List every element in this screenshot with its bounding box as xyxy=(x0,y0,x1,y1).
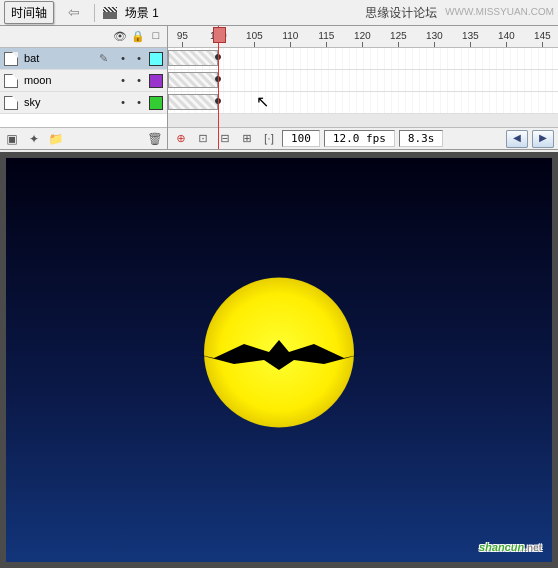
new-folder-icon[interactable]: 📁 xyxy=(48,131,64,147)
timeline-panel: 95100105110115120125130135140145 ⊕ ⊡ ⊟ ⊞… xyxy=(168,26,558,149)
center-frame-icon[interactable]: ⊕ xyxy=(172,131,190,147)
timeline-track[interactable] xyxy=(168,92,558,114)
onion-skin-icon[interactable]: ⊡ xyxy=(194,131,212,147)
new-motion-guide-icon[interactable]: ✦ xyxy=(26,131,42,147)
ruler-tick: 145 xyxy=(527,26,557,47)
ruler-tick: 95 xyxy=(168,26,197,47)
site-name: 思缘设计论坛 xyxy=(365,4,437,21)
divider xyxy=(94,4,95,22)
timeline-ruler[interactable]: 95100105110115120125130135140145 xyxy=(168,26,558,48)
scene-icon xyxy=(103,7,117,19)
layer-row[interactable]: sky • • xyxy=(0,92,167,114)
lock-dot[interactable]: • xyxy=(133,75,145,87)
visibility-dot[interactable]: • xyxy=(117,97,129,109)
modify-onion-markers-icon[interactable]: [·] xyxy=(260,131,278,147)
timeline-track[interactable] xyxy=(168,48,558,70)
lock-dot[interactable]: • xyxy=(133,53,145,65)
delete-layer-icon[interactable]: 🗑 xyxy=(147,131,163,147)
current-frame: 100 xyxy=(282,130,320,147)
site-url: WWW.MISSYUAN.COM xyxy=(445,7,554,18)
scroll-right-button[interactable]: ▶ xyxy=(532,130,554,148)
layer-name[interactable]: moon xyxy=(22,75,95,87)
scene-label: 场景 1 xyxy=(125,4,159,21)
ruler-tick: 125 xyxy=(383,26,413,47)
layer-type-icon xyxy=(4,96,18,110)
ruler-tick: 130 xyxy=(419,26,449,47)
layer-name[interactable]: sky xyxy=(22,97,95,109)
layer-type-icon xyxy=(4,52,18,66)
layers-panel: 👁 🔒 □ bat ✎ • • moon • • sky • • ▣ ✦ 📁 🗑 xyxy=(0,26,168,149)
frame-span[interactable] xyxy=(168,72,218,88)
layer-type-icon xyxy=(4,74,18,88)
layer-row[interactable]: bat ✎ • • xyxy=(0,48,167,70)
back-arrow-icon[interactable]: ⇦ xyxy=(62,4,86,21)
visibility-header-icon[interactable]: 👁 xyxy=(113,30,127,44)
frame-span[interactable] xyxy=(168,50,218,66)
scroll-left-button[interactable]: ◀ xyxy=(506,130,528,148)
watermark: shancun.net xyxy=(479,535,542,556)
ruler-tick: 135 xyxy=(455,26,485,47)
frame-rate: 12.0 fps xyxy=(324,130,395,147)
visibility-dot[interactable]: • xyxy=(117,53,129,65)
ruler-tick: 105 xyxy=(239,26,269,47)
lock-header-icon[interactable]: 🔒 xyxy=(131,30,145,44)
visibility-dot[interactable]: • xyxy=(117,75,129,87)
new-layer-icon[interactable]: ▣ xyxy=(4,131,20,147)
layer-color-swatch[interactable] xyxy=(149,52,163,66)
ruler-tick: 115 xyxy=(311,26,341,47)
ruler-tick: 140 xyxy=(491,26,521,47)
ruler-tick: 110 xyxy=(275,26,305,47)
timeline-track[interactable] xyxy=(168,70,558,92)
outline-header-icon[interactable]: □ xyxy=(149,30,163,44)
frame-span[interactable] xyxy=(168,94,218,110)
playhead[interactable] xyxy=(218,26,219,149)
layer-color-swatch[interactable] xyxy=(149,96,163,110)
timeline-button[interactable]: 时间轴 xyxy=(4,1,54,24)
elapsed-time: 8.3s xyxy=(399,130,444,147)
stage[interactable]: shancun.net xyxy=(6,158,552,562)
ruler-tick: 120 xyxy=(347,26,377,47)
lock-dot[interactable]: • xyxy=(133,97,145,109)
stage-container: shancun.net xyxy=(0,152,558,568)
layer-color-swatch[interactable] xyxy=(149,74,163,88)
edit-icon: ✎ xyxy=(99,52,113,65)
layer-row[interactable]: moon • • xyxy=(0,70,167,92)
bat-shape[interactable] xyxy=(194,330,364,380)
edit-multiple-frames-icon[interactable]: ⊞ xyxy=(238,131,256,147)
layer-name[interactable]: bat xyxy=(22,53,95,65)
